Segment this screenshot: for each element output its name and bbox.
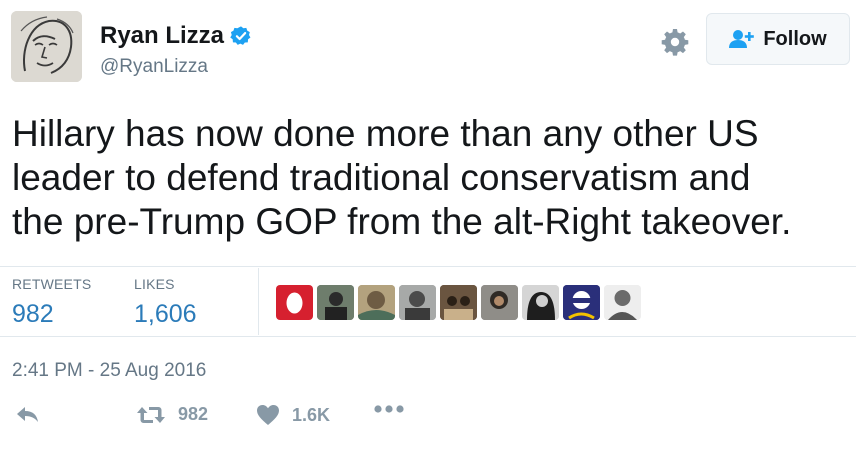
heart-icon [257, 405, 279, 425]
liker-avatar[interactable] [317, 285, 354, 320]
likes-label: LIKES [134, 276, 175, 292]
liker-avatar[interactable] [563, 285, 600, 320]
retweets-count[interactable]: 982 [12, 299, 91, 329]
tweet-line: Hillary has now done more than any other… [12, 113, 759, 154]
liker-avatar[interactable] [276, 285, 313, 320]
like-count: 1.6K [292, 404, 331, 425]
more-icon [374, 405, 404, 413]
likes-stat[interactable]: LIKES 1,606 [134, 276, 197, 329]
liker-avatar[interactable] [358, 285, 395, 320]
more-button[interactable] [373, 404, 405, 414]
retweet-icon [137, 406, 165, 423]
liker-avatar[interactable] [481, 285, 518, 320]
add-user-icon [729, 30, 755, 48]
likes-count[interactable]: 1,606 [134, 299, 197, 329]
liker-avatar[interactable] [522, 285, 559, 320]
tweet-text: Hillary has now done more than any other… [12, 112, 857, 244]
follow-label: Follow [763, 27, 827, 50]
retweets-label: RETWEETS [12, 276, 92, 292]
reply-button[interactable] [16, 404, 40, 424]
retweets-stat[interactable]: RETWEETS 982 [12, 276, 91, 329]
liker-avatar[interactable] [440, 285, 477, 320]
user-handle[interactable]: @RyanLizza [100, 56, 208, 78]
like-button[interactable]: 1.6K [256, 404, 330, 426]
verified-badge-icon [230, 26, 251, 45]
follow-button[interactable]: Follow [706, 13, 850, 65]
gear-icon[interactable] [660, 27, 690, 57]
liker-avatar[interactable] [604, 285, 641, 320]
stats-divider [258, 268, 259, 335]
user-name-text[interactable]: Ryan Lizza [100, 22, 224, 50]
tweet-timestamp[interactable]: 2:41 PM - 25 Aug 2016 [12, 360, 206, 382]
liker-avatar[interactable] [399, 285, 436, 320]
divider [0, 266, 856, 267]
liker-avatars [276, 285, 641, 320]
reply-icon [17, 407, 38, 422]
user-name[interactable]: Ryan Lizza [100, 22, 252, 50]
divider [0, 336, 856, 337]
tweet-line: leader to defend traditional conservatis… [12, 157, 751, 198]
retweet-button[interactable]: 982 [136, 404, 208, 425]
tweet-line: the pre-Trump GOP from the alt-Right tak… [12, 201, 792, 242]
retweet-count: 982 [178, 404, 209, 424]
avatar[interactable] [11, 11, 82, 82]
